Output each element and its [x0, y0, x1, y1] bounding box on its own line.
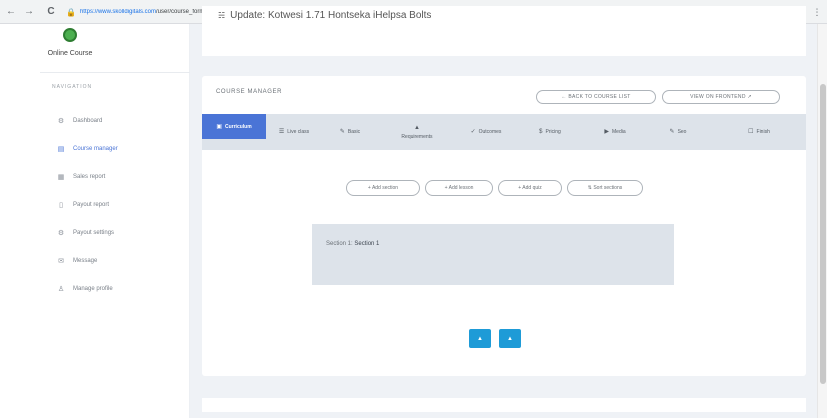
course-title-icon: ☵: [218, 11, 226, 20]
tab-label: Finish: [756, 129, 770, 135]
dashboard-icon: ⚙: [57, 118, 65, 125]
tab-label: Pricing: [545, 129, 561, 135]
section-name: Section 1: [354, 241, 380, 247]
course-manager-card: COURSE MANAGER ← BACK TO COURSE LIST VIE…: [202, 76, 806, 376]
sidebar-item-label: Dashboard: [73, 118, 103, 124]
tab-basic[interactable]: ✎ Basic: [322, 114, 378, 150]
tab-label: Requirements: [401, 133, 433, 140]
section-title: Section 1: Section 1: [326, 241, 379, 247]
browser-menu-icon[interactable]: ⋮: [811, 6, 823, 18]
sidebar-item-label: Payout settings: [73, 230, 115, 236]
section-prefix: Section 1:: [326, 241, 353, 247]
message-icon: ✉: [58, 258, 64, 265]
course-tabs: ▣ Curriculum ☰ Live class ✎ Basic ▲ Requirement…: [202, 114, 806, 150]
tab-label: Basic: [347, 129, 361, 135]
reload-icon[interactable]: C: [44, 5, 58, 19]
tab-icon: $: [539, 129, 543, 135]
back-to-course-list-button[interactable]: ← BACK TO COURSE LIST: [536, 90, 656, 104]
sidebar-item[interactable]: ⚙ Payout settings: [55, 227, 114, 239]
footer-panel: [202, 398, 806, 412]
page-title-text: Update: Kotwesi 1.71 Hontseka iHelpsa Bo…: [230, 10, 432, 21]
back-arrow-icon[interactable]: ←: [4, 5, 18, 19]
sidebar-item-label: Sales report: [73, 174, 106, 180]
card-title: COURSE MANAGER: [216, 89, 283, 95]
sidebar-item[interactable]: ▤ Course manager: [55, 143, 118, 155]
page-scrollbar[interactable]: [817, 24, 827, 418]
tab-icon: ✎: [339, 129, 345, 135]
sidebar-item-label: Manage profile: [73, 286, 113, 292]
url-host: https://www.skolldigitals.com: [79, 9, 156, 15]
sidebar: Online Course NAVIGATION ⚙ Dashboard ▤ Cour…: [0, 24, 190, 418]
payout-report-icon: ▯: [59, 202, 63, 209]
page-title: ☵ Update: Kotwesi 1.71 Hontseka iHelpsa B…: [218, 10, 431, 21]
sidebar-item[interactable]: ✉ Message: [55, 255, 97, 267]
tab-icon: ☰: [278, 129, 285, 135]
add-section-button[interactable]: + Add section: [346, 180, 420, 196]
sidebar-divider: [40, 72, 190, 73]
sidebar-item-label: Payout report: [73, 202, 110, 208]
tab-pricing[interactable]: $ Pricing: [520, 114, 580, 150]
add-quiz-button[interactable]: + Add quiz: [498, 180, 562, 196]
tab-live-class[interactable]: ☰ Live class: [266, 114, 322, 150]
tab-icon: ☐: [748, 129, 754, 135]
logo-icon: [63, 28, 77, 42]
tab-icon: ✓: [470, 129, 476, 135]
tab-icon: ▶: [604, 129, 609, 135]
scrollbar-thumb[interactable]: [820, 84, 826, 384]
add-lesson-button[interactable]: + Add lesson: [425, 180, 493, 196]
lock-icon: 🔒: [66, 7, 76, 17]
tab-seo[interactable]: ✎ Seo: [648, 114, 708, 150]
forward-arrow-icon[interactable]: →: [22, 5, 36, 19]
tab-label: Seo: [677, 129, 687, 135]
sidebar-item[interactable]: ▦ Sales report: [55, 171, 106, 183]
view-on-frontend-button[interactable]: VIEW ON FRONTEND ↗: [662, 90, 780, 104]
sidebar-item[interactable]: ▯ Payout report: [55, 199, 109, 211]
brand-name: Online Course: [47, 50, 93, 57]
sidebar-item-label: Course manager: [73, 146, 118, 152]
course-manager-icon: ▤: [57, 146, 65, 153]
sidebar-item[interactable]: ♙ Manage profile: [55, 283, 113, 295]
sidebar-item[interactable]: ⚙ Dashboard: [55, 115, 103, 127]
tab-icon: ✎: [669, 129, 675, 135]
sort-sections-button[interactable]: ⇅ Sort sections: [567, 180, 643, 196]
tab-curriculum[interactable]: ▣ Curriculum: [202, 114, 266, 139]
tab-icon: ▲: [414, 124, 420, 131]
sales-report-icon: ▦: [57, 174, 65, 181]
move-up-icon[interactable]: ▲: [469, 329, 491, 348]
tab-label: Curriculum: [225, 123, 252, 130]
tab-requirements[interactable]: ▲ Requirements: [382, 114, 452, 150]
sidebar-item-label: Message: [73, 258, 98, 264]
tab-icon: ▣: [216, 123, 222, 130]
move-up-icon[interactable]: ▲: [499, 329, 521, 348]
tab-label: Outcomes: [478, 129, 502, 135]
page-header: ☵ Update: Kotwesi 1.71 Hontseka iHelpsa B…: [202, 6, 806, 56]
tab-outcomes[interactable]: ✓ Outcomes: [452, 114, 520, 150]
tab-media[interactable]: ▶ Media: [584, 114, 646, 150]
payout-settings-icon: ⚙: [57, 230, 65, 237]
profile-icon: ♙: [57, 286, 65, 293]
nav-heading: NAVIGATION: [52, 84, 93, 90]
tab-finish[interactable]: ☐ Finish: [712, 114, 806, 150]
section-card: Section 1: Section 1: [312, 224, 674, 285]
tab-label: Live class: [287, 129, 310, 135]
tab-label: Media: [612, 129, 626, 135]
